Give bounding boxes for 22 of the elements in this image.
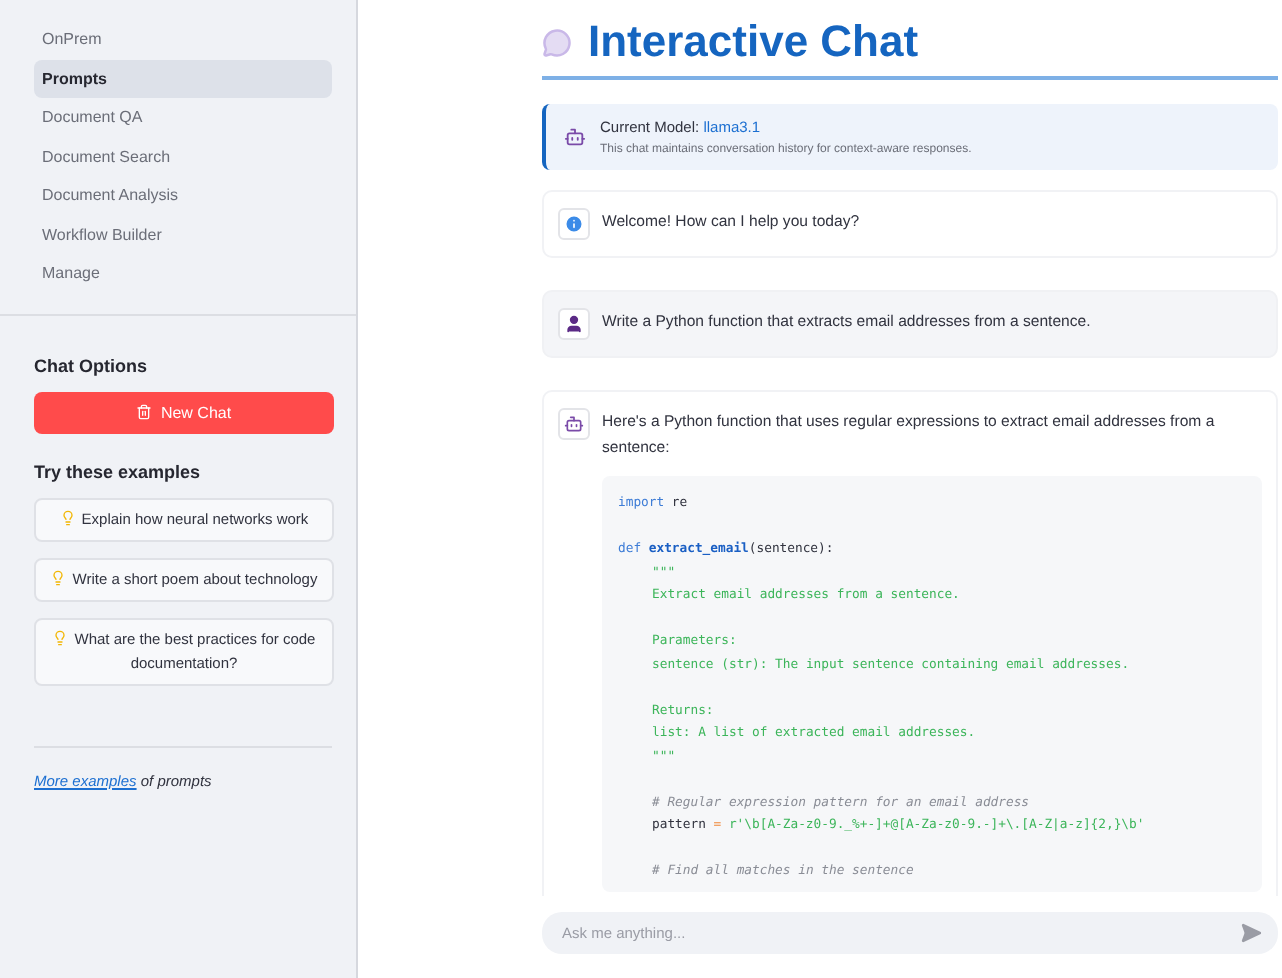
nav-item[interactable]: Document QA (34, 98, 332, 136)
lightbulb-icon (50, 569, 67, 585)
nav-item[interactable]: Prompts (34, 59, 332, 97)
new-chat-button[interactable]: New Chat (34, 391, 334, 433)
lightbulb-icon (52, 629, 69, 645)
speech-bubble-icon (542, 27, 572, 57)
info-icon (564, 214, 584, 234)
robot-icon (564, 414, 584, 434)
robot-icon (564, 126, 586, 148)
user-icon (564, 314, 584, 334)
nav-item[interactable]: Document Analysis (34, 176, 332, 214)
section-title: Chat Options (34, 355, 149, 375)
section-title: Try these examples (34, 461, 203, 481)
send-icon (1240, 922, 1262, 944)
nav-item[interactable]: Manage (34, 254, 332, 292)
title-text: Interactive Chat (588, 16, 919, 68)
nav-item[interactable]: Workflow Builder (34, 215, 332, 253)
lightbulb-icon (59, 509, 76, 525)
send-button[interactable] (1240, 922, 1262, 944)
trash-icon (136, 404, 153, 420)
nav-item[interactable]: OnPrem (34, 20, 332, 58)
nav-item[interactable]: Document Search (34, 137, 332, 175)
